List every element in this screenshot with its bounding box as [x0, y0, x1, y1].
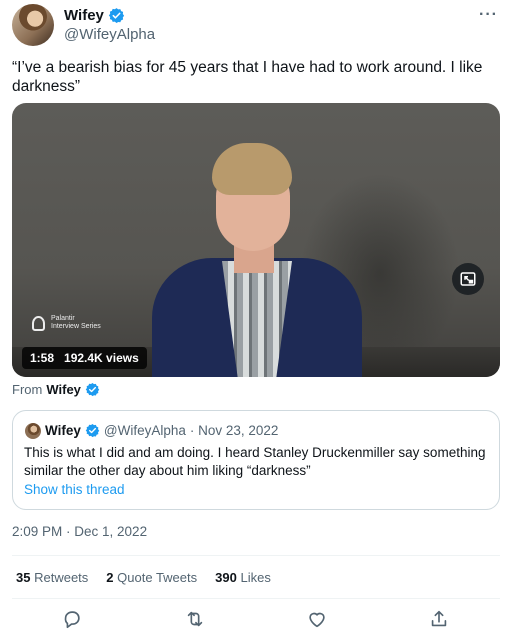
quoted-tweet-date: · Nov 23, 2022 — [189, 423, 279, 438]
video-duration: 1:58 — [30, 351, 55, 365]
video-player[interactable]: Palantir Interview Series 1:58 192.4K vi… — [12, 103, 500, 377]
quoted-author-avatar — [25, 423, 41, 439]
video-views: 192.4K views — [64, 351, 139, 365]
quoted-author-row: Wifey @WifeyAlpha · Nov 23, 2022 — [45, 423, 278, 438]
action-bar — [12, 606, 500, 634]
from-attribution: From Wifey — [12, 382, 100, 397]
more-horizontal-icon[interactable]: ··· — [479, 6, 498, 24]
quoted-tweet[interactable]: Wifey @WifeyAlpha · Nov 23, 2022 This is… — [12, 410, 500, 510]
likes-count: 390 — [215, 570, 237, 585]
palantir-logo-icon — [32, 315, 45, 331]
quoted-author-handle: @WifeyAlpha — [103, 423, 186, 438]
verified-badge-icon — [85, 382, 100, 397]
from-prefix: From — [12, 382, 43, 397]
tweet-text: “I’ve a bearish bias for 45 years that I… — [12, 59, 483, 95]
picture-in-picture-icon[interactable] — [452, 263, 484, 295]
author-handle[interactable]: @WifeyAlpha — [64, 26, 155, 43]
reply-icon[interactable] — [61, 608, 83, 630]
quoted-tweet-text: This is what I did and am doing. I heard… — [24, 445, 486, 478]
verified-badge-icon — [108, 8, 125, 23]
show-thread-link[interactable]: Show this thread — [24, 482, 125, 497]
watermark-line2: Interview Series — [51, 323, 101, 330]
like-icon[interactable] — [306, 608, 328, 630]
retweets-stat[interactable]: 35 Retweets — [16, 570, 88, 585]
likes-stat[interactable]: 390 Likes — [215, 570, 271, 585]
author-avatar[interactable] — [12, 4, 54, 46]
video-watermark: Palantir Interview Series — [32, 315, 101, 331]
likes-label: Likes — [240, 570, 271, 585]
share-icon[interactable] — [428, 608, 450, 630]
divider — [12, 598, 500, 599]
watermark-line1: Palantir — [51, 315, 75, 322]
video-speaker-figure — [142, 143, 372, 377]
quoted-author-name: Wifey — [45, 423, 81, 438]
retweet-icon[interactable] — [184, 608, 206, 630]
video-info-badge: 1:58 192.4K views — [22, 347, 147, 369]
author-name[interactable]: Wifey — [64, 7, 104, 24]
from-author-name[interactable]: Wifey — [46, 382, 81, 397]
divider — [12, 555, 500, 556]
retweets-count: 35 — [16, 570, 31, 585]
quotes-label: Quote Tweets — [117, 570, 198, 585]
quotes-count: 2 — [106, 570, 114, 585]
quotes-stat[interactable]: 2 Quote Tweets — [106, 570, 197, 585]
verified-badge-icon — [85, 423, 100, 438]
tweet-header: Wifey @WifeyAlpha ··· — [12, 4, 502, 48]
engagement-stats: 35 Retweets 2 Quote Tweets 390 Likes — [16, 570, 271, 585]
author-name-row: Wifey — [64, 7, 125, 24]
retweets-label: Retweets — [34, 570, 89, 585]
tweet-timestamp[interactable]: 2:09 PM · Dec 1, 2022 — [12, 524, 147, 539]
